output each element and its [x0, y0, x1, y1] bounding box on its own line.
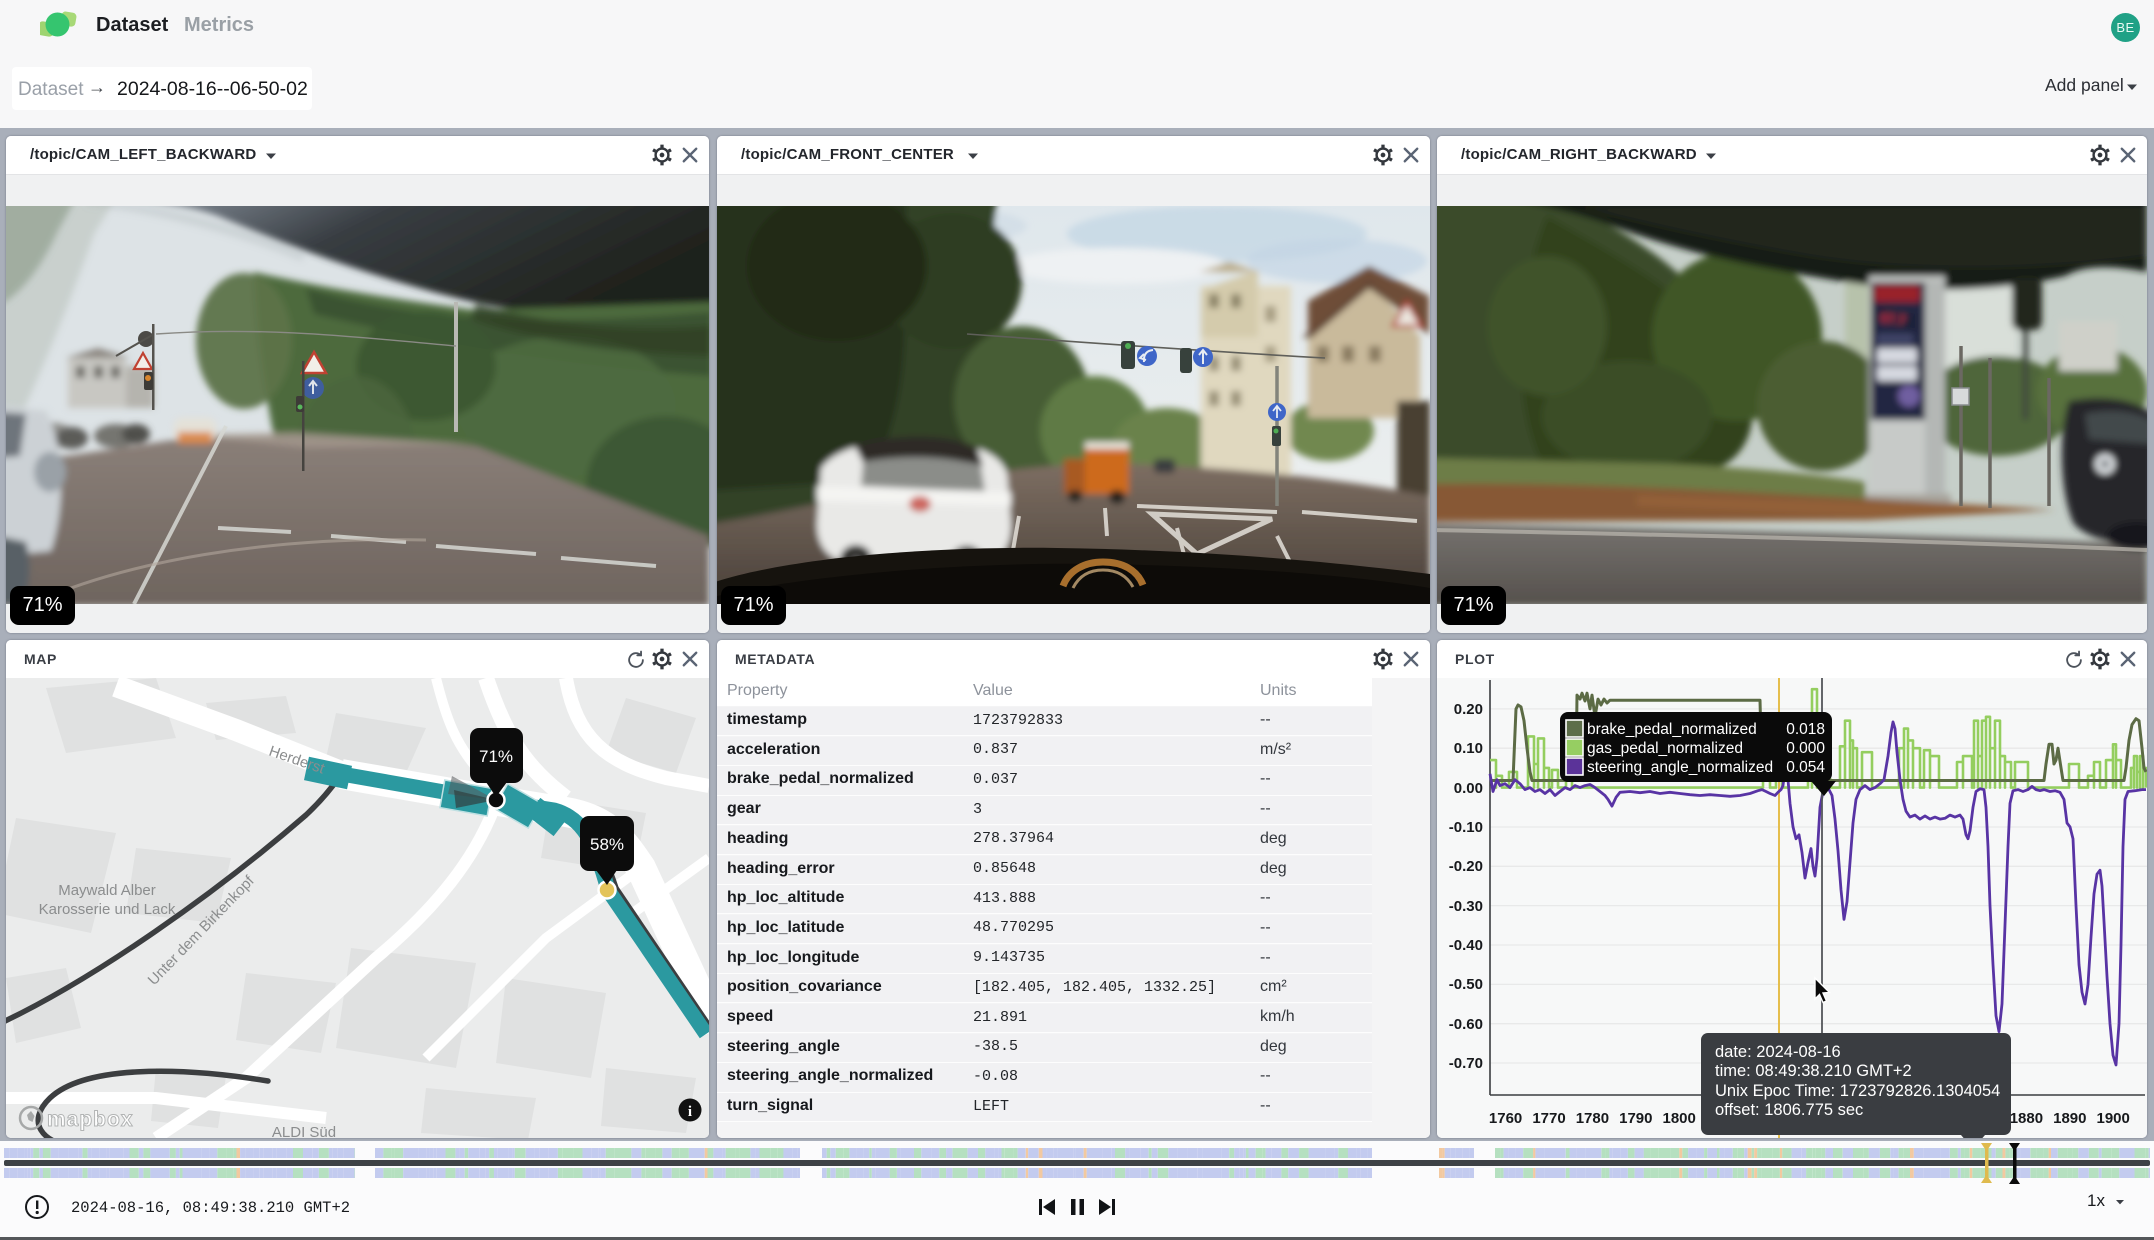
svg-text:-0.20: -0.20 — [1449, 858, 1483, 875]
svg-text:ALDI Süd: ALDI Süd — [272, 1124, 336, 1138]
svg-text:Unix Epoc Time: 1723792826.130: Unix Epoc Time: 1723792826.1304054 — [1715, 1082, 2000, 1100]
svg-text:0.018: 0.018 — [1786, 721, 1825, 738]
svg-text:time: 08:49:38.210 GMT+2: time: 08:49:38.210 GMT+2 — [1715, 1062, 1912, 1080]
svg-text:-0.30: -0.30 — [1449, 898, 1483, 915]
svg-text:0.00: 0.00 — [1454, 780, 1483, 797]
svg-text:1900: 1900 — [2097, 1110, 2130, 1127]
svg-text:-0.50: -0.50 — [1449, 976, 1483, 993]
svg-text:-0.60: -0.60 — [1449, 1016, 1483, 1033]
svg-text:0.20: 0.20 — [1454, 701, 1483, 718]
svg-text:i: i — [688, 1104, 692, 1120]
svg-text:gas_pedal_normalized: gas_pedal_normalized — [1587, 740, 1743, 757]
svg-text:-0.70: -0.70 — [1449, 1055, 1483, 1072]
svg-text:date: 2024-08-16: date: 2024-08-16 — [1715, 1043, 1841, 1061]
svg-text:0.054: 0.054 — [1786, 759, 1825, 776]
svg-text:steering_angle_normalized: steering_angle_normalized — [1587, 759, 1773, 776]
svg-text:71%: 71% — [479, 747, 513, 766]
svg-text:58%: 58% — [590, 835, 624, 854]
svg-text:1780: 1780 — [1576, 1110, 1609, 1127]
svg-text:-0.10: -0.10 — [1449, 819, 1483, 836]
svg-text:brake_pedal_normalized: brake_pedal_normalized — [1587, 721, 1757, 738]
svg-text:1770: 1770 — [1532, 1110, 1565, 1127]
svg-text:0.000: 0.000 — [1786, 740, 1825, 757]
svg-text:1880: 1880 — [2010, 1110, 2043, 1127]
svg-text:1890: 1890 — [2053, 1110, 2086, 1127]
svg-text:07.7: 07.7 — [1880, 310, 1907, 328]
svg-text:1760: 1760 — [1489, 1110, 1522, 1127]
svg-text:offset: 1806.775 sec: offset: 1806.775 sec — [1715, 1101, 1863, 1119]
svg-text:mapbox: mapbox — [47, 1108, 134, 1131]
svg-text:Maywald Alber: Maywald Alber — [58, 882, 156, 899]
svg-text:Karosserie und Lack: Karosserie und Lack — [39, 901, 176, 918]
svg-text:-0.40: -0.40 — [1449, 937, 1483, 954]
svg-text:1800: 1800 — [1663, 1110, 1696, 1127]
svg-text:1790: 1790 — [1619, 1110, 1652, 1127]
svg-text:0.10: 0.10 — [1454, 740, 1483, 757]
